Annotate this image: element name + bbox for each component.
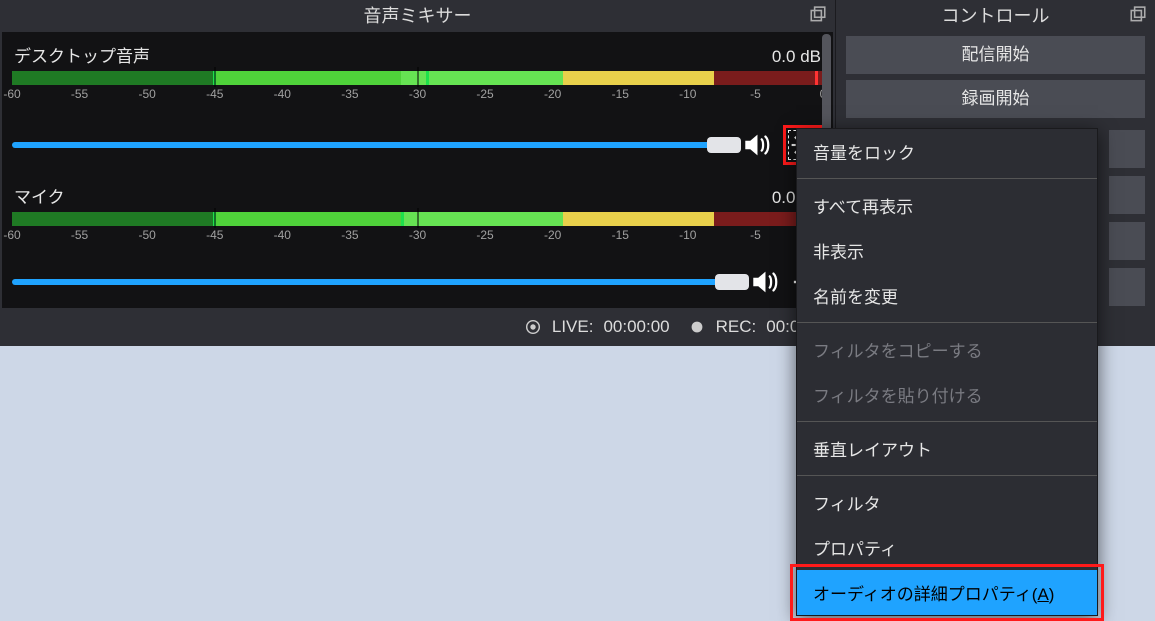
menu-separator: [797, 178, 1097, 179]
meter-ticks: -60 -55 -50 -45 -40 -35 -30 -25 -20 -15 …: [12, 228, 823, 250]
live-status: LIVE: 00:00:00: [524, 317, 670, 337]
meter-ticks: -60 -55 -50 -45 -40 -35 -30 -25 -20 -15 …: [12, 87, 823, 109]
menu-item[interactable]: プロパティ: [797, 525, 1097, 570]
menu-item[interactable]: 非表示: [797, 228, 1097, 273]
popout-icon[interactable]: [1129, 6, 1147, 24]
volume-slider[interactable]: [12, 142, 731, 148]
mixer-channel: マイク 0.0 dB -60 -55 -50 -45: [12, 183, 823, 298]
menu-item[interactable]: 垂直レイアウト: [797, 426, 1097, 471]
start-streaming-button[interactable]: 配信開始: [846, 36, 1145, 74]
menu-item[interactable]: オーディオの詳細プロパティ(A): [797, 570, 1097, 615]
menu-separator: [797, 475, 1097, 476]
menu-item: フィルタをコピーする: [797, 327, 1097, 372]
status-bar: LIVE: 00:00:00 REC: 00:00:0: [0, 308, 835, 346]
speaker-icon[interactable]: [741, 129, 773, 161]
controls-title: コントロール: [942, 2, 1050, 28]
volume-slider[interactable]: [12, 279, 739, 285]
menu-item[interactable]: すべて再表示: [797, 183, 1097, 228]
channel-db: 0.0 dB: [772, 47, 821, 67]
audio-mixer-panel: 音声ミキサー デスクトップ音声 0.0 dB: [0, 0, 836, 346]
control-button-stub[interactable]: [1109, 130, 1145, 168]
menu-separator: [797, 322, 1097, 323]
control-button-stub[interactable]: [1109, 222, 1145, 260]
channel-name: マイク: [14, 183, 65, 208]
control-button-stub[interactable]: [1109, 176, 1145, 214]
mixer-channel: デスクトップ音声 0.0 dB -60 -55 -50 -45: [12, 42, 823, 165]
mixer-title: 音声ミキサー: [364, 2, 472, 28]
menu-item[interactable]: 音量をロック: [797, 129, 1097, 174]
mixer-body: デスクトップ音声 0.0 dB -60 -55 -50 -45: [2, 32, 833, 310]
menu-item[interactable]: 名前を変更: [797, 273, 1097, 318]
control-button-stub[interactable]: [1109, 268, 1145, 306]
controls-header: コントロール: [836, 0, 1155, 30]
menu-separator: [797, 421, 1097, 422]
mixer-header: 音声ミキサー: [0, 0, 835, 30]
speaker-icon[interactable]: [749, 266, 781, 298]
channel-name: デスクトップ音声: [14, 42, 150, 67]
start-recording-button[interactable]: 録画開始: [846, 80, 1145, 118]
popout-icon[interactable]: [809, 6, 827, 24]
mixer-context-menu: 音量をロックすべて再表示非表示名前を変更フィルタをコピーするフィルタを貼り付ける…: [796, 128, 1098, 616]
menu-item[interactable]: フィルタ: [797, 480, 1097, 525]
menu-item: フィルタを貼り付ける: [797, 372, 1097, 417]
